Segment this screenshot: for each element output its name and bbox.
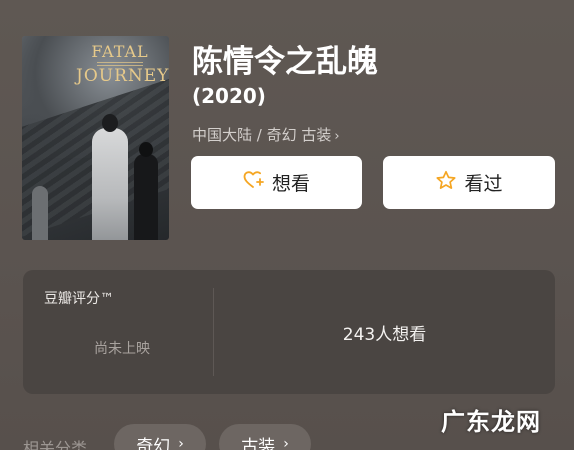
rating-label: 豆瓣评分™ (44, 291, 114, 307)
rating-status: 尚未上映 (94, 341, 150, 357)
rating-card: 豆瓣评分™ 尚未上映 243人想看 (23, 270, 555, 394)
chevron-right-icon: › (178, 436, 184, 450)
heart-plus-icon (243, 170, 272, 195)
movie-meta-link[interactable]: 中国大陆 / 奇幻 古装 › (192, 124, 340, 145)
related-categories-label: 相关分类 (23, 439, 88, 450)
category-tag-fantasy[interactable]: 奇幻 › (114, 424, 206, 450)
poster-figure (32, 186, 48, 240)
poster-figure (92, 114, 128, 240)
movie-title: 陈情令之乱魄 (192, 44, 378, 80)
rating-score-section: 豆瓣评分™ 尚未上映 (23, 270, 213, 394)
category-tag-costume[interactable]: 古装 › (219, 424, 311, 450)
movie-poster[interactable]: FATAL JOURNEY (22, 36, 169, 240)
chevron-right-icon: › (334, 129, 340, 144)
star-outline-icon (435, 170, 464, 196)
poster-title-line1: FATAL (91, 42, 149, 61)
tag-label: 古装 (241, 436, 276, 450)
seen-label: 看过 (464, 173, 503, 195)
want-to-watch-button[interactable]: 想看 (191, 156, 362, 209)
poster-title-line2: JOURNEY (76, 65, 169, 86)
poster-title: FATAL JOURNEY (76, 42, 168, 86)
poster-figure (134, 142, 158, 240)
want-count: 243人想看 (342, 325, 427, 345)
watermark: 广东龙网 (441, 408, 541, 436)
watched-button[interactable]: 看过 (383, 156, 555, 209)
tag-label: 奇幻 (136, 436, 171, 450)
chevron-right-icon: › (283, 436, 289, 450)
movie-year: (2020) (192, 84, 266, 108)
want-label: 想看 (271, 173, 310, 195)
movie-meta-text: 中国大陆 / 奇幻 古装 (192, 126, 332, 144)
